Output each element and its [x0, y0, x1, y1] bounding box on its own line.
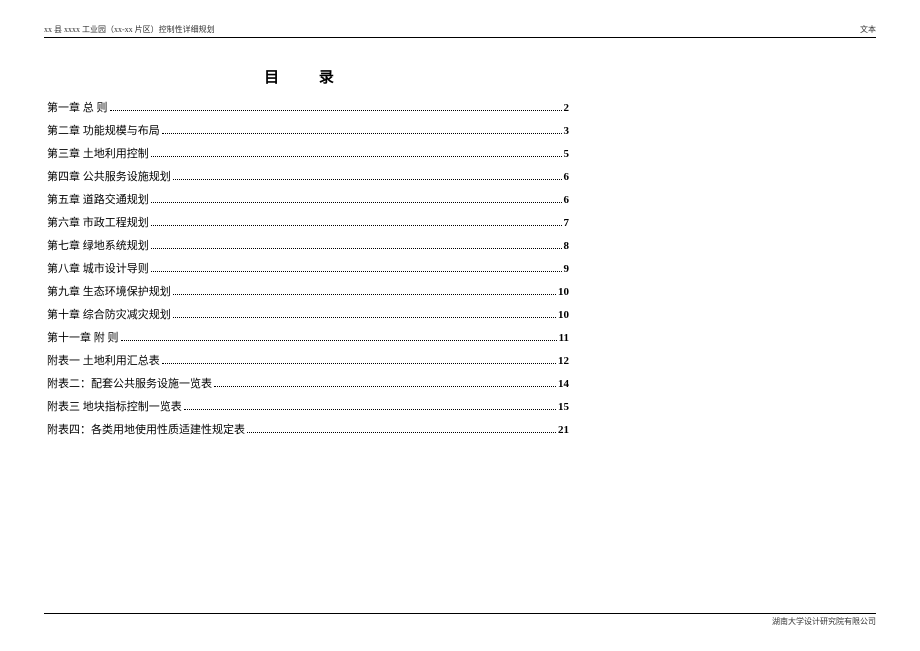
toc-entry: 附表三 地块指标控制一览表 15	[47, 398, 569, 414]
toc-dots	[173, 294, 556, 295]
table-of-contents: 目 录 第一章 总 则 2 第二章 功能规模与布局 3 第三章 土地利用控制 5 第四章 公…	[47, 66, 569, 437]
toc-entry: 第二章 功能规模与布局 3	[47, 122, 569, 138]
toc-entry: 第四章 公共服务设施规划 6	[47, 168, 569, 184]
toc-entry-label: 第一章 总 则	[47, 99, 108, 115]
toc-entry-page: 6	[564, 171, 570, 183]
toc-entry-page: 5	[564, 148, 570, 160]
toc-entry-page: 15	[558, 401, 569, 413]
header-right: 文本	[860, 24, 876, 35]
toc-entry-label: 附表二：配套公共服务设施一览表	[47, 375, 212, 391]
toc-title: 目 录	[47, 66, 569, 87]
toc-entry-page: 10	[558, 286, 569, 298]
toc-dots	[151, 202, 562, 203]
toc-entry-label: 第十章 综合防灾减灾规划	[47, 306, 171, 322]
toc-entry-label: 第四章 公共服务设施规划	[47, 168, 171, 184]
toc-entry: 附表一 土地利用汇总表 12	[47, 352, 569, 368]
toc-entry-page: 3	[564, 125, 570, 137]
toc-entry: 第八章 城市设计导则 9	[47, 260, 569, 276]
toc-entry-page: 8	[564, 240, 570, 252]
toc-entry-label: 第八章 城市设计导则	[47, 260, 149, 276]
toc-entry-label: 第七章 绿地系统规划	[47, 237, 149, 253]
toc-entry: 第七章 绿地系统规划 8	[47, 237, 569, 253]
toc-entry: 第一章 总 则 2	[47, 99, 569, 115]
toc-dots	[162, 363, 556, 364]
toc-entry-page: 14	[558, 378, 569, 390]
toc-dots	[110, 110, 562, 111]
toc-list: 第一章 总 则 2 第二章 功能规模与布局 3 第三章 土地利用控制 5 第四章 公共服务设…	[47, 99, 569, 437]
toc-entry-label: 附表四：各类用地使用性质适建性规定表	[47, 421, 245, 437]
toc-entry-label: 附表一 土地利用汇总表	[47, 352, 160, 368]
toc-entry-page: 6	[564, 194, 570, 206]
toc-entry: 第五章 道路交通规划 6	[47, 191, 569, 207]
toc-entry: 附表四：各类用地使用性质适建性规定表 21	[47, 421, 569, 437]
toc-entry: 附表二：配套公共服务设施一览表 14	[47, 375, 569, 391]
toc-dots	[247, 432, 556, 433]
toc-entry: 第十章 综合防灾减灾规划 10	[47, 306, 569, 322]
toc-dots	[214, 386, 556, 387]
toc-dots	[151, 225, 562, 226]
toc-entry: 第十一章 附 则 11	[47, 329, 569, 345]
toc-dots	[162, 133, 562, 134]
toc-dots	[151, 271, 562, 272]
toc-entry-label: 第九章 生态环境保护规划	[47, 283, 171, 299]
toc-entry-page: 12	[558, 355, 569, 367]
toc-entry-label: 第三章 土地利用控制	[47, 145, 149, 161]
toc-dots	[121, 340, 557, 341]
toc-dots	[173, 317, 556, 318]
toc-entry-page: 11	[559, 332, 569, 344]
toc-dots	[184, 409, 556, 410]
toc-dots	[151, 248, 562, 249]
toc-entry-page: 9	[564, 263, 570, 275]
toc-dots	[151, 156, 562, 157]
header-left: xx 县 xxxx 工业园（xx-xx 片区）控制性详细规划	[44, 24, 215, 35]
toc-entry-page: 10	[558, 309, 569, 321]
toc-entry: 第六章 市政工程规划 7	[47, 214, 569, 230]
toc-entry-label: 第二章 功能规模与布局	[47, 122, 160, 138]
toc-entry-label: 第五章 道路交通规划	[47, 191, 149, 207]
page-footer: 湖南大学设计研究院有限公司	[44, 613, 876, 627]
toc-entry-page: 21	[558, 424, 569, 436]
page-header: xx 县 xxxx 工业园（xx-xx 片区）控制性详细规划 文本	[44, 24, 876, 38]
footer-text: 湖南大学设计研究院有限公司	[772, 617, 876, 626]
toc-entry-label: 附表三 地块指标控制一览表	[47, 398, 182, 414]
toc-entry-label: 第十一章 附 则	[47, 329, 119, 345]
toc-entry: 第九章 生态环境保护规划 10	[47, 283, 569, 299]
toc-entry: 第三章 土地利用控制 5	[47, 145, 569, 161]
toc-entry-page: 7	[564, 217, 570, 229]
toc-entry-label: 第六章 市政工程规划	[47, 214, 149, 230]
toc-entry-page: 2	[564, 102, 570, 114]
toc-dots	[173, 179, 562, 180]
